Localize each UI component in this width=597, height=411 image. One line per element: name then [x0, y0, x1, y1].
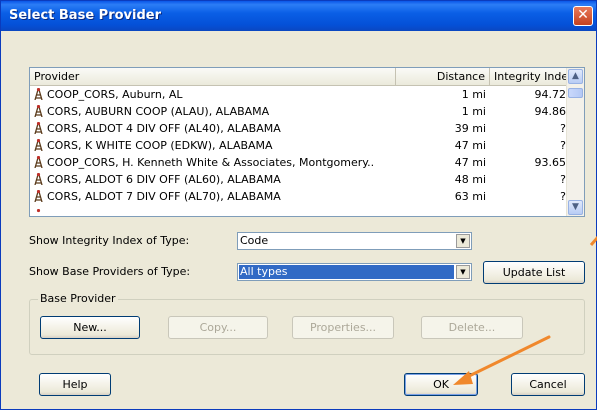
distance-value: 1 mi: [461, 105, 486, 118]
provider-name: CORS, ALDOT 4 DIV OFF (AL40), ALABAMA: [47, 122, 281, 135]
copy-button[interactable]: Copy...: [168, 316, 268, 339]
list-row[interactable]: CORS, ALDOT 6 DIV OFF (AL60), ALABAMA 48…: [30, 172, 568, 188]
base-provider-group-title: Base Provider: [38, 292, 118, 305]
antenna-tower-icon: [36, 209, 41, 213]
distance-value: 1 mi: [461, 88, 486, 101]
distance-value: 39 mi: [454, 122, 486, 135]
antenna-tower-icon: [34, 139, 43, 151]
distance-value: 47 mi: [454, 139, 486, 152]
antenna-tower-icon: [34, 156, 43, 168]
scroll-down-arrow-icon[interactable]: ▼: [568, 200, 583, 215]
delete-button[interactable]: Delete...: [421, 316, 523, 339]
list-row[interactable]: COOP_CORS, H. Kenneth White & Associates…: [30, 155, 568, 171]
properties-button[interactable]: Properties...: [292, 316, 394, 339]
new-button[interactable]: New...: [40, 316, 140, 339]
antenna-tower-icon: [34, 105, 43, 117]
provider-name: CORS, K WHITE COOP (EDKW), ALABAMA: [47, 139, 273, 152]
list-header: Provider Distance Integrity Index: [30, 68, 574, 86]
integrity-type-label: Show Integrity Index of Type:: [29, 234, 190, 247]
scroll-thumb[interactable]: [568, 88, 583, 98]
close-button[interactable]: ✕: [573, 6, 593, 26]
provider-name: CORS, ALDOT 6 DIV OFF (AL60), ALABAMA: [47, 173, 281, 186]
dialog-title: Select Base Provider: [9, 8, 161, 23]
base-provider-group: Base Provider New... Copy... Properties.…: [29, 292, 585, 355]
integrity-value: ?: [560, 190, 566, 203]
scroll-up-arrow-icon[interactable]: ▲: [568, 69, 583, 84]
integrity-value: ?: [560, 139, 566, 152]
list-row[interactable]: CORS, K WHITE COOP (EDKW), ALABAMA 47 mi…: [30, 138, 568, 154]
integrity-value: ?: [560, 173, 566, 186]
cancel-button[interactable]: Cancel: [511, 373, 585, 396]
ok-button[interactable]: OK: [404, 373, 478, 396]
antenna-tower-icon: [34, 173, 43, 185]
distance-value: 48 mi: [454, 173, 486, 186]
antenna-tower-icon: [34, 190, 43, 202]
antenna-tower-icon: [34, 122, 43, 134]
distance-value: 63 mi: [454, 190, 486, 203]
close-icon: ✕: [577, 7, 589, 23]
provider-type-label: Show Base Providers of Type:: [29, 265, 191, 278]
dropdown-arrow-icon[interactable]: ▼: [456, 234, 470, 248]
integrity-type-value: Code: [240, 234, 269, 247]
list-row[interactable]: CORS, ALDOT 7 DIV OFF (AL70), ALABAMA 63…: [30, 189, 568, 205]
list-row[interactable]: CORS, AUBURN COOP (ALAU), ALABAMA 1 mi 9…: [30, 104, 568, 120]
list-row[interactable]: CORS, ALDOT 4 DIV OFF (AL40), ALABAMA 39…: [30, 121, 568, 137]
antenna-tower-icon: [34, 88, 43, 100]
provider-name: CORS, AUBURN COOP (ALAU), ALABAMA: [47, 105, 270, 118]
annotation-arrow-partial: [589, 236, 597, 246]
title-bar[interactable]: Select Base Provider ✕: [1, 1, 596, 31]
column-header-distance[interactable]: Distance: [396, 68, 490, 85]
integrity-value: 94.72: [534, 88, 567, 101]
integrity-value: 94.86: [534, 105, 567, 118]
update-list-button[interactable]: Update List: [483, 261, 585, 284]
provider-name: COOP_CORS, Auburn, AL: [47, 88, 183, 101]
provider-list[interactable]: Provider Distance Integrity Index COOP_C…: [29, 67, 585, 217]
list-scrollbar[interactable]: ▲ ▼: [566, 68, 584, 216]
column-header-provider[interactable]: Provider: [30, 68, 396, 85]
help-button[interactable]: Help: [39, 373, 111, 396]
column-header-integrity-index[interactable]: Integrity Index: [490, 68, 574, 85]
dropdown-arrow-icon[interactable]: ▼: [456, 265, 470, 279]
integrity-value: ?: [560, 122, 566, 135]
select-base-provider-dialog: Select Base Provider ✕ Provider Distance…: [0, 0, 597, 410]
integrity-type-select[interactable]: Code ▼: [237, 232, 472, 250]
integrity-value: 93.65: [534, 156, 567, 169]
provider-type-select[interactable]: All types ▼: [237, 263, 472, 281]
provider-name: CORS, ALDOT 7 DIV OFF (AL70), ALABAMA: [47, 190, 281, 203]
distance-value: 47 mi: [454, 156, 486, 169]
provider-type-value: All types: [239, 265, 454, 279]
list-row[interactable]: COOP_CORS, Auburn, AL 1 mi 94.72: [30, 87, 568, 103]
list-row-partial[interactable]: [30, 208, 568, 216]
provider-name: COOP_CORS, H. Kenneth White & Associates…: [47, 156, 373, 169]
